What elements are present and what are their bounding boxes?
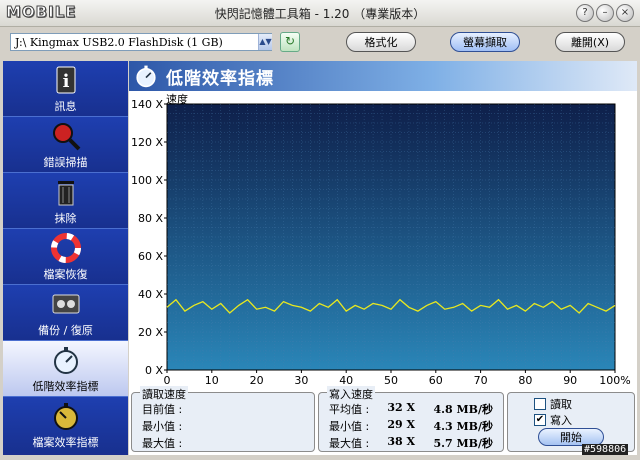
sidebar-item-label: 檔案效率指標: [32, 436, 99, 449]
write-avg-x: 32 X: [387, 401, 415, 414]
y-axis-ticks: 140 X 120 X 100 X 80 X 60 X 40 X 20 X 0 X: [131, 100, 167, 377]
read-checkbox[interactable]: [534, 398, 546, 410]
write-min-x: 29 X: [387, 418, 415, 431]
sidebar-item-error-scan[interactable]: 錯誤掃描: [3, 117, 128, 173]
read-max-label: 最大值 :: [142, 437, 183, 450]
x-tick-label: 70: [474, 374, 488, 387]
x-tick-label: 90: [563, 374, 577, 387]
sidebar-item-label: 檔案恢復: [43, 268, 88, 281]
write-speed-title: 寫入速度: [327, 386, 375, 402]
write-min-mb: 4.3 MB/秒: [433, 420, 493, 433]
magnifier-icon: [53, 123, 81, 151]
y-tick-label: 140 X: [131, 100, 163, 111]
y-tick-label: 60 X: [138, 250, 163, 263]
svg-text:i: i: [63, 71, 70, 92]
read-checkbox-label: 讀取: [550, 398, 572, 411]
read-min-label: 最小值 :: [142, 420, 183, 433]
x-tick-label: 60: [429, 374, 443, 387]
write-min-label: 最小值 :: [329, 420, 370, 433]
x-axis-ticks: 0 10 20 30 40 50 60 70 80 90 100%: [164, 370, 631, 387]
y-tick-label: 20 X: [138, 326, 163, 339]
sidebar-item-file-benchmark[interactable]: 檔案效率指標: [3, 397, 128, 453]
x-tick-label: 30: [294, 374, 308, 387]
y-tick-label: 100 X: [131, 174, 163, 187]
info-icon: i: [56, 66, 76, 94]
chevron-down-icon[interactable]: ▲▼: [258, 34, 272, 50]
x-tick-label: 100%: [599, 374, 630, 387]
sidebar-item-file-recovery[interactable]: 檔案恢復: [3, 229, 128, 285]
write-max-mb: 5.7 MB/秒: [433, 437, 493, 450]
write-max-label: 最大值 :: [329, 437, 370, 450]
write-speed-panel: 寫入速度 平均值 : 32 X 4.8 MB/秒 最小值 : 29 X 4.3 …: [318, 386, 504, 452]
read-speed-title: 讀取速度: [140, 386, 188, 402]
lifebuoy-icon: [51, 233, 81, 263]
tape-icon: [52, 294, 80, 314]
page-title: 低階效率指標: [166, 69, 274, 89]
read-speed-panel: 讀取速度 目前值 : 最小值 : 最大值 :: [131, 386, 315, 452]
watermark: #598806: [582, 444, 629, 455]
y-tick-label: 80 X: [138, 212, 163, 225]
x-tick-label: 80: [518, 374, 532, 387]
close-button[interactable]: ×: [616, 4, 634, 22]
sidebar-item-label: 低階效率指標: [32, 380, 99, 393]
stopwatch-icon: [136, 65, 156, 88]
drive-select[interactable]: J:\ Kingmax USB2.0 FlashDisk (1 GB): [10, 33, 272, 51]
sidebar-item-erase[interactable]: 抹除: [3, 173, 128, 229]
x-tick-label: 50: [384, 374, 398, 387]
read-current-label: 目前值 :: [142, 403, 183, 416]
write-checkbox-label: 寫入: [550, 414, 572, 427]
sidebar-item-low-level-benchmark[interactable]: 低階效率指標: [3, 341, 128, 397]
x-tick-label: 20: [250, 374, 264, 387]
stopwatch-icon: [54, 347, 78, 374]
write-checkbox[interactable]: ✔: [534, 414, 546, 426]
screen-capture-button[interactable]: 螢幕擷取: [450, 32, 520, 52]
window-title: 快閃記憶體工具箱 - 1.20 （專業版本）: [214, 7, 426, 21]
exit-button[interactable]: 離開(X): [555, 32, 625, 52]
write-avg-mb: 4.8 MB/秒: [433, 403, 493, 416]
format-button[interactable]: 格式化: [346, 32, 416, 52]
speed-chart: 140 X120 X100 X80 X60 X40 X20 X0 X 0 10 20…: [131, 100, 631, 387]
sidebar: i 訊息 錯誤掃描 抹除 檔案恢復 備份 / 復原 低階效率指標 檔案效率指標: [3, 61, 128, 455]
help-button[interactable]: ?: [576, 4, 594, 22]
sidebar-item-info[interactable]: i 訊息: [3, 61, 128, 117]
stopwatch-icon: [54, 403, 78, 430]
sidebar-item-backup-restore[interactable]: 備份 / 復原: [3, 285, 128, 341]
refresh-button[interactable]: ↻: [280, 32, 300, 52]
x-tick-label: 10: [205, 374, 219, 387]
y-tick-label: 0 X: [145, 364, 163, 377]
write-max-x: 38 X: [387, 435, 415, 448]
sidebar-item-label: 錯誤掃描: [43, 156, 88, 169]
sidebar-item-label: 訊息: [54, 100, 77, 113]
sidebar-item-label: 抹除: [54, 212, 77, 225]
minimize-button[interactable]: –: [596, 4, 614, 22]
trash-icon: [58, 181, 74, 206]
y-tick-label: 120 X: [131, 136, 163, 149]
sidebar-item-label: 備份 / 復原: [38, 324, 93, 337]
y-tick-label: 40 X: [138, 288, 163, 301]
write-avg-label: 平均值 :: [329, 403, 370, 416]
